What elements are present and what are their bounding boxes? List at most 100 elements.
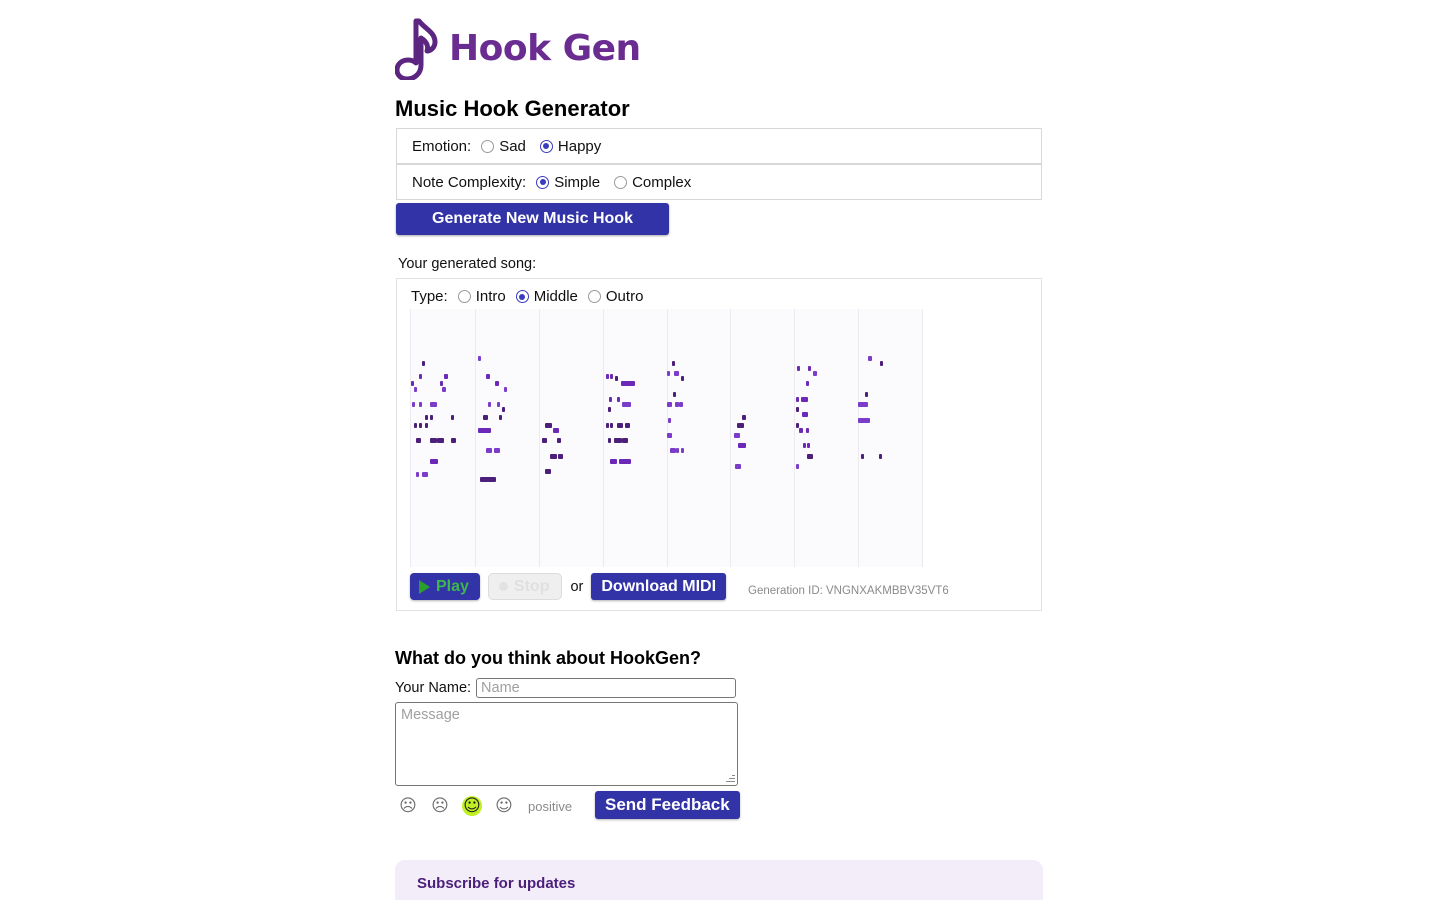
piano-roll-note [618,458,632,464]
piano-roll-note [411,381,414,387]
radio-circle-icon[interactable] [457,290,471,303]
piano-roll-note [444,373,449,379]
generate-music-hook-button[interactable]: Generate New Music Hook [396,203,669,235]
piano-roll-note [610,458,617,464]
piano-roll-note [541,438,548,444]
download-midi-button[interactable]: Download MIDI [591,573,727,600]
piano-roll-note [421,360,425,366]
bar-separator-line [794,309,796,567]
emotion-radio-group: Sad Happy [481,138,611,155]
piano-roll-note [805,427,809,433]
piano-roll-note [610,422,614,428]
piano-roll-note [666,402,673,408]
piano-roll-note [605,373,609,379]
radio-type-outro[interactable]: Outro [587,288,643,305]
radio-circle-icon[interactable] [481,139,495,153]
radio-circle-selected-icon[interactable] [515,290,529,303]
piano-roll-note [450,438,456,444]
piano-roll-note [430,438,437,444]
piano-roll-note [621,402,632,408]
radio-circle-icon[interactable] [614,175,628,189]
music-note-icon [395,18,438,80]
piano-roll-note [861,453,865,459]
radio-complexity-simple[interactable]: Simple [536,174,600,191]
piano-roll-note [610,373,614,379]
piano-roll-note [605,422,609,428]
piano-roll-note [478,427,491,433]
send-feedback-button[interactable]: Send Feedback [595,791,740,819]
message-textarea[interactable] [395,702,738,786]
piano-roll-note [799,427,803,433]
piano-roll-note [795,463,799,469]
piano-roll-note [615,376,619,382]
stop-button[interactable]: Stop [487,573,563,600]
neutral-face-icon[interactable]: ☹ [430,796,450,816]
piano-roll-note [414,386,418,392]
note-complexity-fieldset: Note Complexity: Simple Complex [396,164,1042,200]
piano-roll-note [501,407,505,413]
play-button[interactable]: Play [410,573,480,600]
piano-roll-note [671,360,675,366]
piano-roll-note [416,471,420,477]
piano-roll-note [441,386,447,392]
piano-roll-note [557,453,564,459]
bar-separator-line [538,309,540,567]
piano-roll-note [497,402,501,408]
name-input[interactable] [476,678,737,698]
smile-face-icon[interactable]: ☺ [462,796,482,816]
radio-circle-selected-icon[interactable] [536,175,550,189]
piano-roll-note [795,396,799,402]
radio-complexity-complex-label: Complex [632,173,692,191]
piano-roll-note [624,422,631,428]
radio-emotion-sad[interactable]: Sad [481,138,526,155]
piano-roll-note [620,381,635,387]
piano-roll-note [738,443,746,449]
piano-roll-note [733,433,740,438]
type-label: Type: [411,288,448,305]
radio-circle-selected-icon[interactable] [539,139,553,153]
rating-selector: ☹ ☹ ☺ ☺ positive [398,796,572,816]
piano-roll-note [736,422,745,428]
piano-roll-note [414,422,418,428]
radio-type-intro[interactable]: Intro [457,288,506,305]
name-field-label: Your Name: [395,680,472,696]
radio-type-middle[interactable]: Middle [515,288,578,305]
piano-roll-note [807,443,811,449]
piano-roll-note [867,355,872,361]
generation-id-text: Generation ID: VNGNXAKMBBV35VT6 [748,585,949,597]
piano-roll-note [430,402,437,408]
piano-roll-note [486,448,493,454]
feedback-name-row: Your Name: [395,678,737,698]
piano-roll-note [609,396,612,402]
radio-emotion-happy[interactable]: Happy [539,138,601,155]
piano-roll-note [735,463,742,469]
piano-roll-note [487,402,491,408]
piano-roll-note [486,373,490,379]
play-triangle-icon [419,579,430,594]
piano-roll-note [675,402,679,408]
piano-roll-note [674,371,680,377]
piano-roll-note [679,402,684,408]
piano-roll-note [430,458,438,464]
piano-roll-note [808,365,812,371]
frown-face-icon[interactable]: ☹ [398,796,418,816]
piano-roll-note [807,453,814,459]
piano-roll-note [430,414,434,420]
piano-roll-note [880,360,884,366]
piano-roll-note [556,438,562,444]
piano-roll-visualization[interactable] [410,309,923,567]
piano-roll-note [552,427,559,433]
radio-circle-icon[interactable] [587,290,601,303]
radio-complexity-complex[interactable]: Complex [614,174,691,191]
piano-roll-note [482,414,489,420]
radio-emotion-sad-label: Sad [499,137,526,155]
app-page: Hook Gen Music Hook Generator Emotion: S… [0,0,1440,900]
piano-roll-note [550,453,557,459]
piano-roll-note [425,422,429,428]
piano-roll-note [545,469,551,475]
piano-roll-note [858,402,869,408]
piano-roll-note [545,422,552,428]
grin-face-icon[interactable]: ☺ [494,796,514,816]
piano-roll-note [416,438,422,444]
rating-word-label: positive [528,798,573,814]
